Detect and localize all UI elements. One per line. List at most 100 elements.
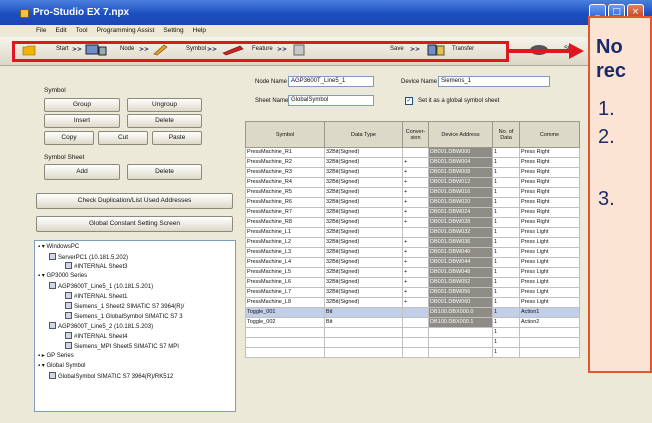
col-data-type[interactable]: Data Type <box>324 121 403 148</box>
no-of-data-cell[interactable]: 1 <box>492 277 520 288</box>
data-type-cell[interactable] <box>324 337 403 348</box>
conversion-cell[interactable] <box>402 347 429 358</box>
comment-cell[interactable]: Press Right <box>519 187 580 198</box>
no-of-data-cell[interactable]: 1 <box>492 157 520 168</box>
sheet-name-field[interactable]: GlobalSymbol <box>288 95 374 106</box>
symbol-cell[interactable]: PressMachine_R6 <box>245 197 325 208</box>
global-sheet-checkbox[interactable]: ✓ <box>405 97 413 105</box>
conversion-cell[interactable] <box>402 337 429 348</box>
device-address-cell[interactable]: DB001.DBW044 <box>428 257 493 268</box>
no-of-data-cell[interactable]: 1 <box>492 317 520 328</box>
no-of-data-cell[interactable]: 1 <box>492 267 520 278</box>
menu-edit[interactable]: Edit <box>55 25 66 37</box>
table-row[interactable]: PressMachine_L2 32Bit(Signed) + DB001.DBW03… <box>245 237 580 248</box>
symbol-cell[interactable]: PressMachine_L7 <box>245 287 325 298</box>
comment-cell[interactable]: Press Light <box>519 247 580 258</box>
symbol-cell[interactable]: PressMachine_R1 <box>245 147 325 158</box>
tree-item[interactable]: GlobalSymbol SIMATIC S7 3964(R)/RK512 <box>49 372 173 381</box>
table-row[interactable]: PressMachine_L5 32Bit(Signed) + DB001.DBW04… <box>245 267 580 278</box>
no-of-data-cell[interactable]: 1 <box>492 147 520 158</box>
col-conversion[interactable]: Conver-sion <box>402 121 429 148</box>
device-address-cell[interactable]: DB001.DBW032 <box>428 227 493 238</box>
col-device-address[interactable]: Device Address <box>428 121 493 148</box>
device-address-cell[interactable] <box>428 347 493 358</box>
data-type-cell[interactable]: 32Bit(Signed) <box>324 237 403 248</box>
data-type-cell[interactable]: Bit <box>324 307 403 318</box>
symbol-cell[interactable]: PressMachine_L6 <box>245 277 325 288</box>
device-address-cell[interactable]: DB001.DBW000 <box>428 147 493 158</box>
symbol-cell[interactable] <box>245 337 325 348</box>
data-type-cell[interactable]: 32Bit(Signed) <box>324 247 403 258</box>
device-address-cell[interactable]: DB001.DBW016 <box>428 187 493 198</box>
comment-cell[interactable]: Action2 <box>519 317 580 328</box>
tree-item[interactable]: ▪ ▾ Global Symbol <box>38 362 86 371</box>
comment-cell[interactable]: Press Right <box>519 157 580 168</box>
symbol-cell[interactable]: PressMachine_L1 <box>245 227 325 238</box>
table-row[interactable]: PressMachine_R3 32Bit(Signed) + DB001.DBW00… <box>245 167 580 178</box>
check-duplication-button[interactable]: Check Duplication/List Used Addresses <box>36 193 233 209</box>
menu-help[interactable]: Help <box>193 25 206 37</box>
ungroup-button[interactable]: Ungroup <box>127 98 202 112</box>
symbol-cell[interactable]: PressMachine_R4 <box>245 177 325 188</box>
comment-cell[interactable]: Press Right <box>519 177 580 188</box>
data-type-cell[interactable]: 32Bit(Signed) <box>324 287 403 298</box>
data-type-cell[interactable]: 32Bit(Signed) <box>324 167 403 178</box>
table-row[interactable]: PressMachine_L1 32Bit(Signed) DB001.DBW032… <box>245 227 580 238</box>
table-row[interactable]: Toggle_002 Bit DB100.DBX000.1 1 Action2 <box>245 317 580 328</box>
symbol-cell[interactable]: PressMachine_R7 <box>245 207 325 218</box>
conversion-cell[interactable]: + <box>402 197 429 208</box>
no-of-data-cell[interactable]: 1 <box>492 237 520 248</box>
data-type-cell[interactable] <box>324 327 403 338</box>
data-type-cell[interactable]: 32Bit(Signed) <box>324 277 403 288</box>
conversion-cell[interactable] <box>402 307 429 318</box>
table-row[interactable]: PressMachine_L3 32Bit(Signed) + DB001.DBW04… <box>245 247 580 258</box>
device-address-cell[interactable]: DB001.DBW048 <box>428 267 493 278</box>
no-of-data-cell[interactable]: 1 <box>492 167 520 178</box>
conversion-cell[interactable]: + <box>402 297 429 308</box>
symbol-cell[interactable]: PressMachine_L5 <box>245 267 325 278</box>
conversion-cell[interactable] <box>402 227 429 238</box>
data-type-cell[interactable] <box>324 347 403 358</box>
no-of-data-cell[interactable]: 1 <box>492 337 520 348</box>
conversion-cell[interactable]: + <box>402 157 429 168</box>
device-address-cell[interactable]: DB001.DBW028 <box>428 217 493 228</box>
comment-cell[interactable]: Press Right <box>519 147 580 158</box>
table-row[interactable]: PressMachine_R2 32Bit(Signed) + DB001.DBW00… <box>245 157 580 168</box>
device-address-cell[interactable]: DB001.DBW008 <box>428 167 493 178</box>
table-row[interactable]: PressMachine_R6 32Bit(Signed) + DB001.DBW02… <box>245 197 580 208</box>
data-type-cell[interactable]: 32Bit(Signed) <box>324 177 403 188</box>
no-of-data-cell[interactable]: 1 <box>492 327 520 338</box>
conversion-cell[interactable]: + <box>402 257 429 268</box>
device-address-cell[interactable]: DB001.DBW020 <box>428 197 493 208</box>
device-address-cell[interactable] <box>428 327 493 338</box>
no-of-data-cell[interactable]: 1 <box>492 197 520 208</box>
table-row[interactable]: PressMachine_L6 32Bit(Signed) + DB001.DBW05… <box>245 277 580 288</box>
device-address-cell[interactable]: DB001.DBW024 <box>428 207 493 218</box>
comment-cell[interactable]: Press Light <box>519 257 580 268</box>
comment-cell[interactable]: Press Right <box>519 217 580 228</box>
comment-cell[interactable] <box>519 337 580 348</box>
delete-sheet-button[interactable]: Delete <box>127 164 202 180</box>
symbol-cell[interactable]: PressMachine_L3 <box>245 247 325 258</box>
comment-cell[interactable]: Action1 <box>519 307 580 318</box>
tree-item[interactable]: Siemens_1 Sheet2 SIMATIC S7 3964(R)/ <box>65 302 184 311</box>
tree-item[interactable]: ServerPC1 (10.181.5.202) <box>49 253 128 262</box>
symbol-cell[interactable] <box>245 327 325 338</box>
add-sheet-button[interactable]: Add <box>44 164 120 180</box>
table-row[interactable]: PressMachine_R4 32Bit(Signed) + DB001.DBW01… <box>245 177 580 188</box>
comment-cell[interactable]: Press Light <box>519 237 580 248</box>
table-row[interactable]: 1 <box>245 327 580 338</box>
conversion-cell[interactable]: + <box>402 237 429 248</box>
tree-item[interactable]: #INTERNAL Sheet1 <box>65 292 127 301</box>
device-address-cell[interactable]: DB001.DBW040 <box>428 247 493 258</box>
paste-button[interactable]: Paste <box>152 131 202 145</box>
tree-item[interactable]: #INTERNAL Sheet3 <box>65 262 127 271</box>
data-type-cell[interactable]: 32Bit(Signed) <box>324 207 403 218</box>
symbol-cell[interactable]: PressMachine_R2 <box>245 157 325 168</box>
no-of-data-cell[interactable]: 1 <box>492 177 520 188</box>
table-row[interactable]: PressMachine_R5 32Bit(Signed) + DB001.DBW01… <box>245 187 580 198</box>
symbol-cell[interactable]: PressMachine_R5 <box>245 187 325 198</box>
data-type-cell[interactable]: 32Bit(Signed) <box>324 147 403 158</box>
symbol-cell[interactable] <box>245 347 325 358</box>
conversion-cell[interactable]: + <box>402 217 429 228</box>
